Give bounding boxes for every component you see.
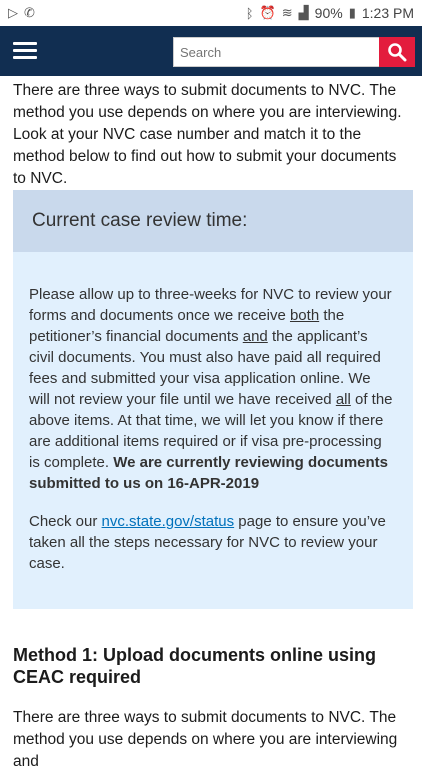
clock: 1:23 PM (361, 5, 414, 21)
case-review-title: Current case review time: (13, 190, 413, 252)
play-store-icon: ▷ (8, 5, 18, 20)
search-icon (388, 43, 407, 62)
bluetooth-icon: ᛒ (245, 5, 254, 21)
status-bar-left: ▷ ✆ (8, 5, 35, 21)
emphasis-both: both (289, 307, 320, 324)
status-bar-right: ᛒ ⏰ ≋ ▟ 90% ▮ 1:23 PM (246, 5, 414, 21)
site-header (0, 26, 422, 76)
menu-button[interactable] (0, 26, 50, 76)
emphasis-all: all (335, 391, 351, 408)
main-content: There are three ways to submit documents… (0, 76, 422, 770)
wifi-icon: ≋ (281, 5, 293, 20)
battery-percent: 90% (314, 5, 343, 21)
intro-paragraph: There are three ways to submit documents… (13, 82, 402, 187)
status-link[interactable]: nvc.state.gov/status (102, 513, 235, 530)
case-review-box: Current case review time: Please allow u… (13, 190, 413, 609)
signal-icon: ▟ (298, 5, 309, 20)
battery-icon: ▮ (348, 5, 356, 20)
search-input[interactable] (173, 37, 379, 67)
status-bar: ▷ ✆ ᛒ ⏰ ≋ ▟ 90% ▮ 1:23 PM (0, 0, 422, 26)
search-button[interactable] (379, 37, 415, 67)
intro-paragraph-2: There are three ways to submit documents… (13, 709, 398, 770)
method-1-heading: Method 1: Upload documents online using … (13, 645, 376, 687)
alarm-icon: ⏰ (259, 5, 276, 20)
emphasis-and: and (242, 328, 268, 345)
case-review-paragraph: Please allow up to three-weeks for NVC t… (29, 284, 395, 494)
case-review-body: Please allow up to three-weeks for NVC t… (13, 252, 413, 574)
phone-icon: ✆ (24, 5, 35, 20)
hamburger-icon (13, 42, 37, 60)
status-check-paragraph: Check our nvc.state.gov/status page to e… (29, 511, 395, 574)
text-span: Check our (29, 513, 102, 530)
